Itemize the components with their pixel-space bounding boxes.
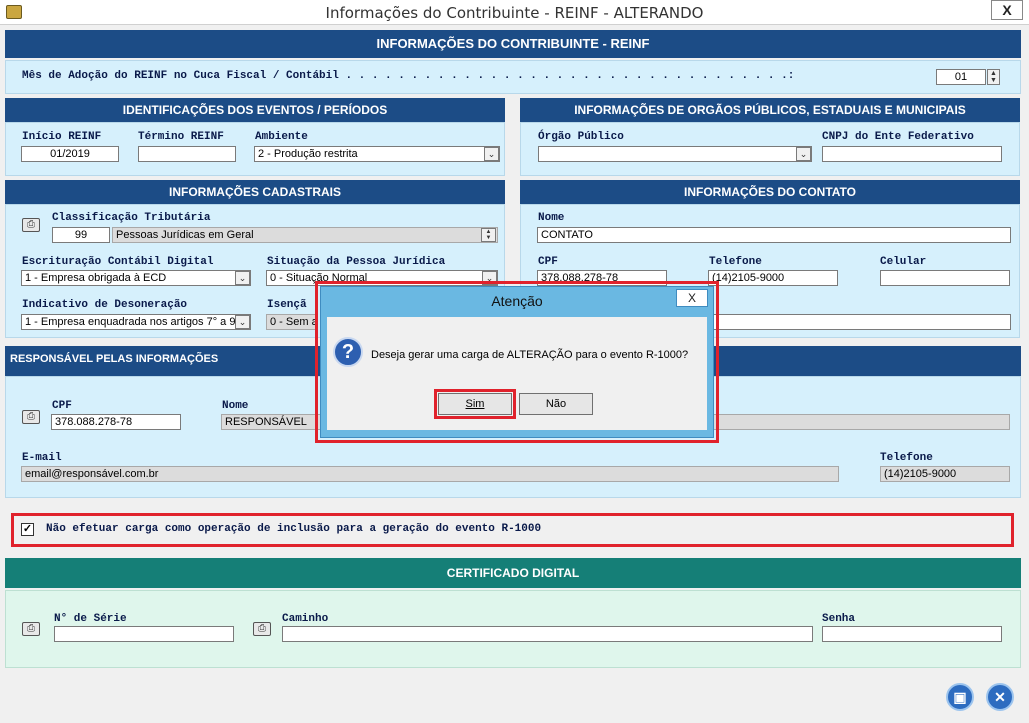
contato-nome-label: Nome: [538, 212, 565, 224]
dialog-title: Atenção: [491, 293, 543, 309]
serie-label: N° de Série: [54, 613, 127, 625]
chevron-down-icon[interactable]: ⌄: [796, 147, 811, 161]
contato-telefone-input[interactable]: (14)2105-9000: [708, 270, 838, 286]
caminho-input[interactable]: [282, 626, 813, 642]
senha-input[interactable]: [822, 626, 1002, 642]
adoption-month-input[interactable]: 01: [936, 69, 986, 85]
orgaos-title: INFORMAÇÕES DE ORGÃOS PÚBLICOS, ESTADUAI…: [520, 98, 1020, 122]
termino-input[interactable]: [138, 146, 236, 162]
isencao-label: Isençã: [267, 299, 307, 311]
confirm-dialog: Atenção X ? Deseja gerar uma carga de AL…: [320, 286, 714, 438]
printer-icon[interactable]: ⎙: [253, 622, 271, 636]
classificacao-spinner[interactable]: ▲ ▼: [481, 228, 496, 242]
dialog-close-button[interactable]: X: [676, 289, 708, 307]
printer-icon[interactable]: ⎙: [22, 218, 40, 232]
senha-label: Senha: [822, 613, 856, 625]
adoption-spinner[interactable]: ▲ ▼: [987, 69, 1000, 85]
contato-telefone-label: Telefone: [709, 256, 762, 268]
contato-email-input[interactable]: [708, 314, 1011, 330]
chevron-down-icon[interactable]: ⌄: [235, 271, 250, 285]
contato-cpf-label: CPF: [538, 256, 558, 268]
classificacao-code-input[interactable]: 99: [52, 227, 110, 243]
desoneracao-select[interactable]: 1 - Empresa enquadrada nos artigos 7° a …: [21, 314, 251, 330]
escrituracao-label: Escrituração Contábil Digital: [22, 256, 214, 268]
responsavel-nome-label: Nome: [222, 400, 249, 412]
serie-input[interactable]: [54, 626, 234, 642]
responsavel-telefone-input: (14)2105-9000: [880, 466, 1010, 482]
classificacao-desc: Pessoas Jurídicas em Geral: [112, 227, 498, 243]
orgao-label: Órgão Público: [538, 131, 624, 143]
orgao-select[interactable]: [538, 146, 812, 162]
dialog-body: ? Deseja gerar uma carga de ALTERAÇÃO pa…: [327, 317, 707, 430]
contato-celular-label: Celular: [880, 256, 927, 268]
cnpj-input[interactable]: [822, 146, 1002, 162]
ambiente-label: Ambiente: [255, 131, 308, 143]
certificado-title: CERTIFICADO DIGITAL: [5, 558, 1021, 588]
termino-label: Término REINF: [138, 131, 224, 143]
yes-button-highlight: [434, 389, 516, 419]
window-close-button[interactable]: X: [991, 0, 1023, 20]
responsavel-cpf-label: CPF: [52, 400, 72, 412]
ambiente-select[interactable]: 2 - Produção restrita: [254, 146, 500, 162]
question-icon: ?: [333, 337, 363, 367]
contato-nome-input[interactable]: CONTATO: [537, 227, 1011, 243]
printer-icon[interactable]: ⎙: [22, 622, 40, 636]
responsavel-title: RESPONSÁVEL PELAS INFORMAÇÕES: [10, 353, 219, 365]
inicio-label: Início REINF: [22, 131, 102, 143]
escrituracao-select[interactable]: 1 - Empresa obrigada à ECD: [21, 270, 251, 286]
chevron-down-icon[interactable]: ⌄: [235, 315, 250, 329]
chevron-down-icon[interactable]: ⌄: [484, 147, 499, 161]
responsavel-email-input: email@responsável.com.br: [21, 466, 839, 482]
responsavel-cpf-input[interactable]: 378.088.278-78: [51, 414, 181, 430]
title-bar: Informações do Contribuinte - REINF - AL…: [0, 0, 1029, 25]
printer-icon[interactable]: ⎙: [22, 410, 40, 424]
window-title: Informações do Contribuinte - REINF - AL…: [325, 4, 704, 22]
cadastrais-title: INFORMAÇÕES CADASTRAIS: [5, 180, 505, 204]
app-icon: [6, 5, 22, 19]
identificacoes-title: IDENTIFICAÇÕES DOS EVENTOS / PERÍODOS: [5, 98, 505, 122]
inicio-input[interactable]: 01/2019: [21, 146, 119, 162]
situacao-label: Situação da Pessoa Jurídica: [267, 256, 446, 268]
exit-icon[interactable]: ✕: [986, 683, 1014, 711]
isencao-select[interactable]: 0 - Sem a: [266, 314, 316, 330]
adoption-label: Mês de Adoção do REINF no Cuca Fiscal / …: [22, 70, 795, 82]
no-button[interactable]: Não: [519, 393, 593, 415]
contato-title: INFORMAÇÕES DO CONTATO: [520, 180, 1020, 204]
no-inclusion-label: Não efetuar carga como operação de inclu…: [46, 523, 542, 535]
save-icon[interactable]: ▣: [946, 683, 974, 711]
no-inclusion-checkbox[interactable]: ✓: [21, 523, 34, 536]
responsavel-email-label: E-mail: [22, 452, 62, 464]
caminho-label: Caminho: [282, 613, 329, 625]
main-banner: INFORMAÇÕES DO CONTRIBUINTE - REINF: [5, 30, 1021, 58]
dialog-message: Deseja gerar uma carga de ALTERAÇÃO para…: [371, 349, 689, 361]
classificacao-label: Classificação Tributária: [52, 212, 211, 224]
desoneracao-label: Indicativo de Desoneração: [22, 299, 188, 311]
contato-celular-input[interactable]: [880, 270, 1010, 286]
cnpj-label: CNPJ do Ente Federativo: [822, 131, 974, 143]
responsavel-telefone-label: Telefone: [880, 452, 933, 464]
